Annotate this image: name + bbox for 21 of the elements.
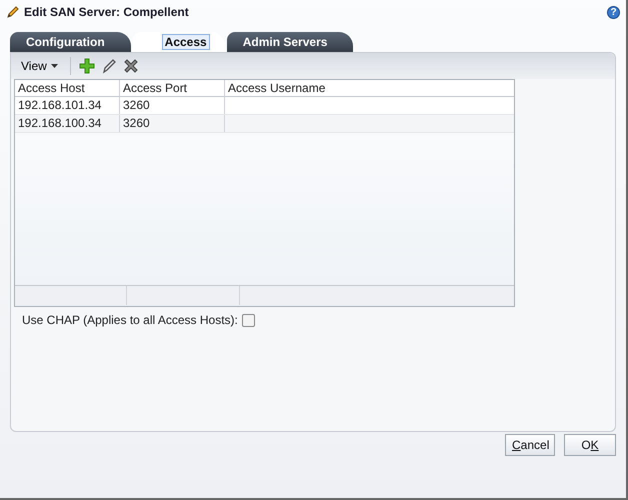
column-header[interactable]: Access Port (120, 80, 225, 97)
table-cell: 192.168.101.34 (18, 98, 102, 112)
add-icon[interactable] (78, 58, 95, 74)
tab[interactable]: Admin Servers (226, 32, 354, 52)
table-cell: 3260 (123, 116, 150, 130)
chap-checkbox[interactable] (242, 314, 255, 326)
dialog-button[interactable]: OK (564, 434, 616, 456)
caret-icon (50, 64, 58, 68)
dialog-button[interactable]: Cancel (505, 434, 555, 456)
delete-icon[interactable] (122, 58, 139, 74)
pencil-icon[interactable] (100, 58, 117, 74)
table-cell: 192.168.100.34 (18, 116, 102, 130)
window-title: Edit SAN Server: Compellent (24, 5, 189, 19)
help-button[interactable]: ? (607, 6, 620, 18)
table-cell: 3260 (123, 98, 150, 112)
column-header[interactable]: Access Host (15, 80, 120, 97)
view-menu-button[interactable]: View (17, 57, 62, 75)
tab[interactable]: Configuration (10, 32, 131, 52)
tab[interactable]: Access (132, 32, 225, 52)
pencil-icon (6, 5, 20, 19)
chap-label: Use CHAP (Applies to all Access Hosts): (22, 313, 238, 327)
